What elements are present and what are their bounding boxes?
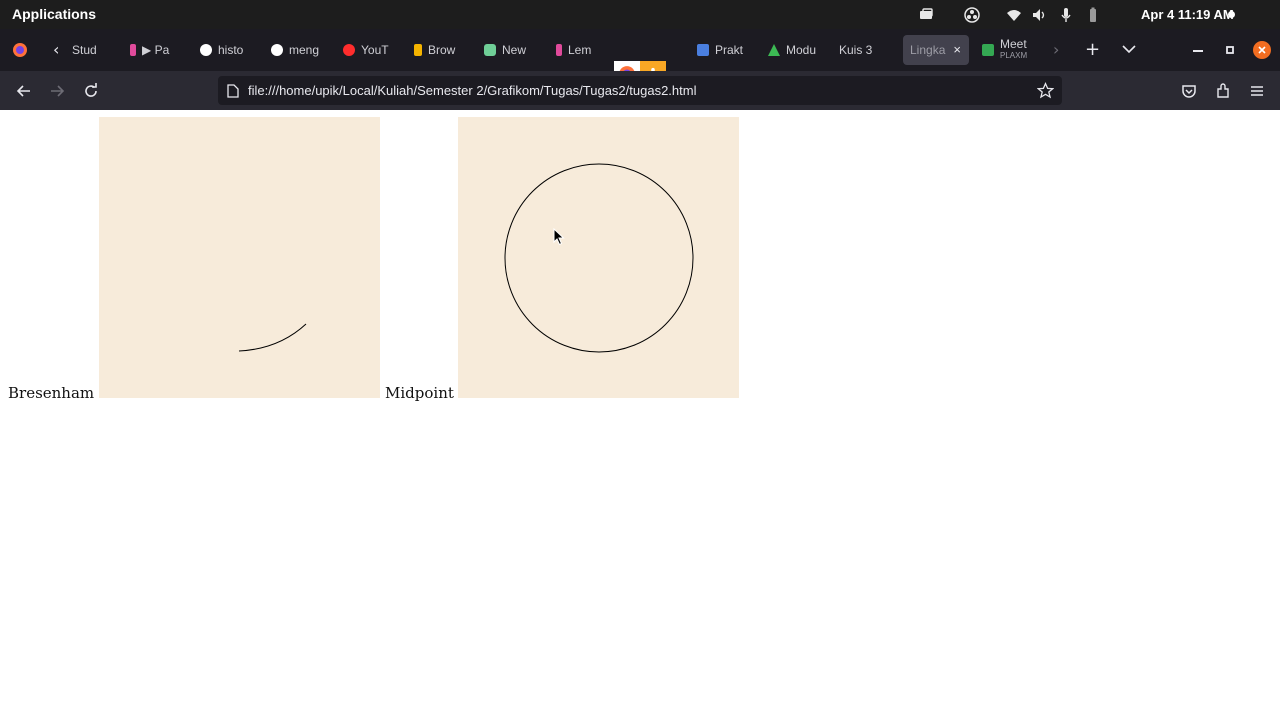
midpoint-circle bbox=[504, 163, 694, 353]
url-bar[interactable]: file:///home/upik/Local/Kuliah/Semester … bbox=[218, 76, 1062, 105]
tab-label: Brow bbox=[428, 43, 456, 57]
new-tab-button[interactable]: + bbox=[1085, 41, 1100, 59]
tab-label: New bbox=[502, 43, 527, 57]
scroll-tabs-left-icon[interactable]: ‹ bbox=[53, 42, 59, 58]
file-icon bbox=[227, 84, 239, 98]
browser-icon bbox=[414, 44, 422, 56]
tab-study[interactable]: Stud bbox=[72, 35, 114, 65]
pocket-icon[interactable] bbox=[1180, 82, 1198, 100]
extensions-icon[interactable] bbox=[1214, 82, 1232, 100]
obs-icon[interactable] bbox=[964, 7, 980, 23]
tab-strip: ‹ Stud ▶ Pa histo meng YouT Brow New Lem bbox=[0, 29, 1280, 87]
tab-label: Meet bbox=[1000, 37, 1027, 51]
applications-menu[interactable]: Applications bbox=[12, 6, 96, 22]
google-icon bbox=[271, 44, 283, 56]
midpoint-label: Midpoint bbox=[385, 384, 454, 402]
minimize-icon[interactable] bbox=[1193, 50, 1203, 52]
tab-new[interactable]: New bbox=[484, 35, 534, 65]
tab-label: Prakt bbox=[715, 43, 744, 57]
mouse-cursor-icon bbox=[553, 228, 565, 246]
tab-meet[interactable]: Meet PLAXM bbox=[982, 35, 1032, 65]
status-dot-icon bbox=[1228, 11, 1235, 18]
google-icon bbox=[200, 44, 212, 56]
navigation-bar: file:///home/upik/Local/Kuliah/Semester … bbox=[0, 71, 1280, 110]
clock[interactable]: Apr 4 11:19 AM bbox=[1141, 7, 1234, 22]
forward-icon[interactable] bbox=[48, 82, 66, 100]
firefox-view-icon[interactable] bbox=[12, 42, 28, 58]
midpoint-canvas[interactable] bbox=[458, 117, 739, 398]
menu-icon[interactable] bbox=[1248, 82, 1266, 100]
tab-sublabel: PLAXM bbox=[1000, 51, 1028, 60]
system-top-bar: Applications Apr 4 11:19 AM bbox=[0, 0, 1280, 29]
bresenham-arc bbox=[238, 323, 307, 352]
wifi-icon[interactable] bbox=[1006, 7, 1022, 23]
volume-icon[interactable] bbox=[1031, 7, 1047, 23]
tab-history[interactable]: histo bbox=[200, 35, 252, 65]
chatgpt-icon bbox=[484, 44, 496, 56]
meet-icon bbox=[982, 44, 994, 56]
page-content: Bresenham Midpoint bbox=[0, 110, 1280, 720]
tab-label: histo bbox=[218, 43, 244, 57]
classroom-icon bbox=[697, 44, 709, 56]
tab-label: Stud bbox=[72, 43, 97, 57]
figma-icon bbox=[556, 44, 562, 56]
url-text: file:///home/upik/Local/Kuliah/Semester … bbox=[248, 83, 697, 98]
tab-kuis[interactable]: Kuis 3 bbox=[839, 35, 891, 65]
mic-icon[interactable] bbox=[1058, 7, 1074, 23]
youtube-icon bbox=[343, 44, 355, 56]
back-icon[interactable] bbox=[15, 82, 33, 100]
bookmark-star-icon[interactable] bbox=[1037, 82, 1054, 99]
battery-icon[interactable] bbox=[1085, 7, 1101, 23]
maximize-icon[interactable] bbox=[1226, 46, 1234, 54]
tab-meng[interactable]: meng bbox=[271, 35, 323, 65]
list-all-tabs-icon[interactable] bbox=[1122, 44, 1136, 54]
drive-icon bbox=[768, 44, 780, 56]
tab-playlist[interactable]: ▶ Pa bbox=[130, 35, 180, 65]
tab-lembar[interactable]: Lem bbox=[556, 35, 604, 65]
close-tab-icon[interactable]: × bbox=[953, 42, 961, 57]
scroll-tabs-right-icon[interactable]: › bbox=[1053, 42, 1059, 58]
screen-icon[interactable] bbox=[918, 7, 934, 23]
tab-praktikum[interactable]: Prakt bbox=[697, 35, 749, 65]
tab-lingkaran-active[interactable]: Lingka × bbox=[903, 35, 969, 65]
bresenham-canvas[interactable] bbox=[99, 117, 380, 398]
reload-icon[interactable] bbox=[82, 82, 100, 100]
figma-icon bbox=[130, 44, 136, 56]
tab-modul[interactable]: Modu bbox=[768, 35, 820, 65]
tab-browser[interactable]: Brow bbox=[414, 35, 466, 65]
tab-label: YouT bbox=[361, 43, 389, 57]
bresenham-label: Bresenham bbox=[8, 384, 95, 402]
tab-label: ▶ Pa bbox=[142, 43, 170, 57]
tab-label: meng bbox=[289, 43, 320, 57]
tab-label: Kuis 3 bbox=[839, 43, 873, 57]
tab-youtube[interactable]: YouT bbox=[343, 35, 393, 65]
tab-label: Lem bbox=[568, 43, 592, 57]
tab-label: Lingka bbox=[910, 43, 946, 57]
close-window-icon[interactable] bbox=[1253, 41, 1271, 59]
tab-label: Modu bbox=[786, 43, 817, 57]
